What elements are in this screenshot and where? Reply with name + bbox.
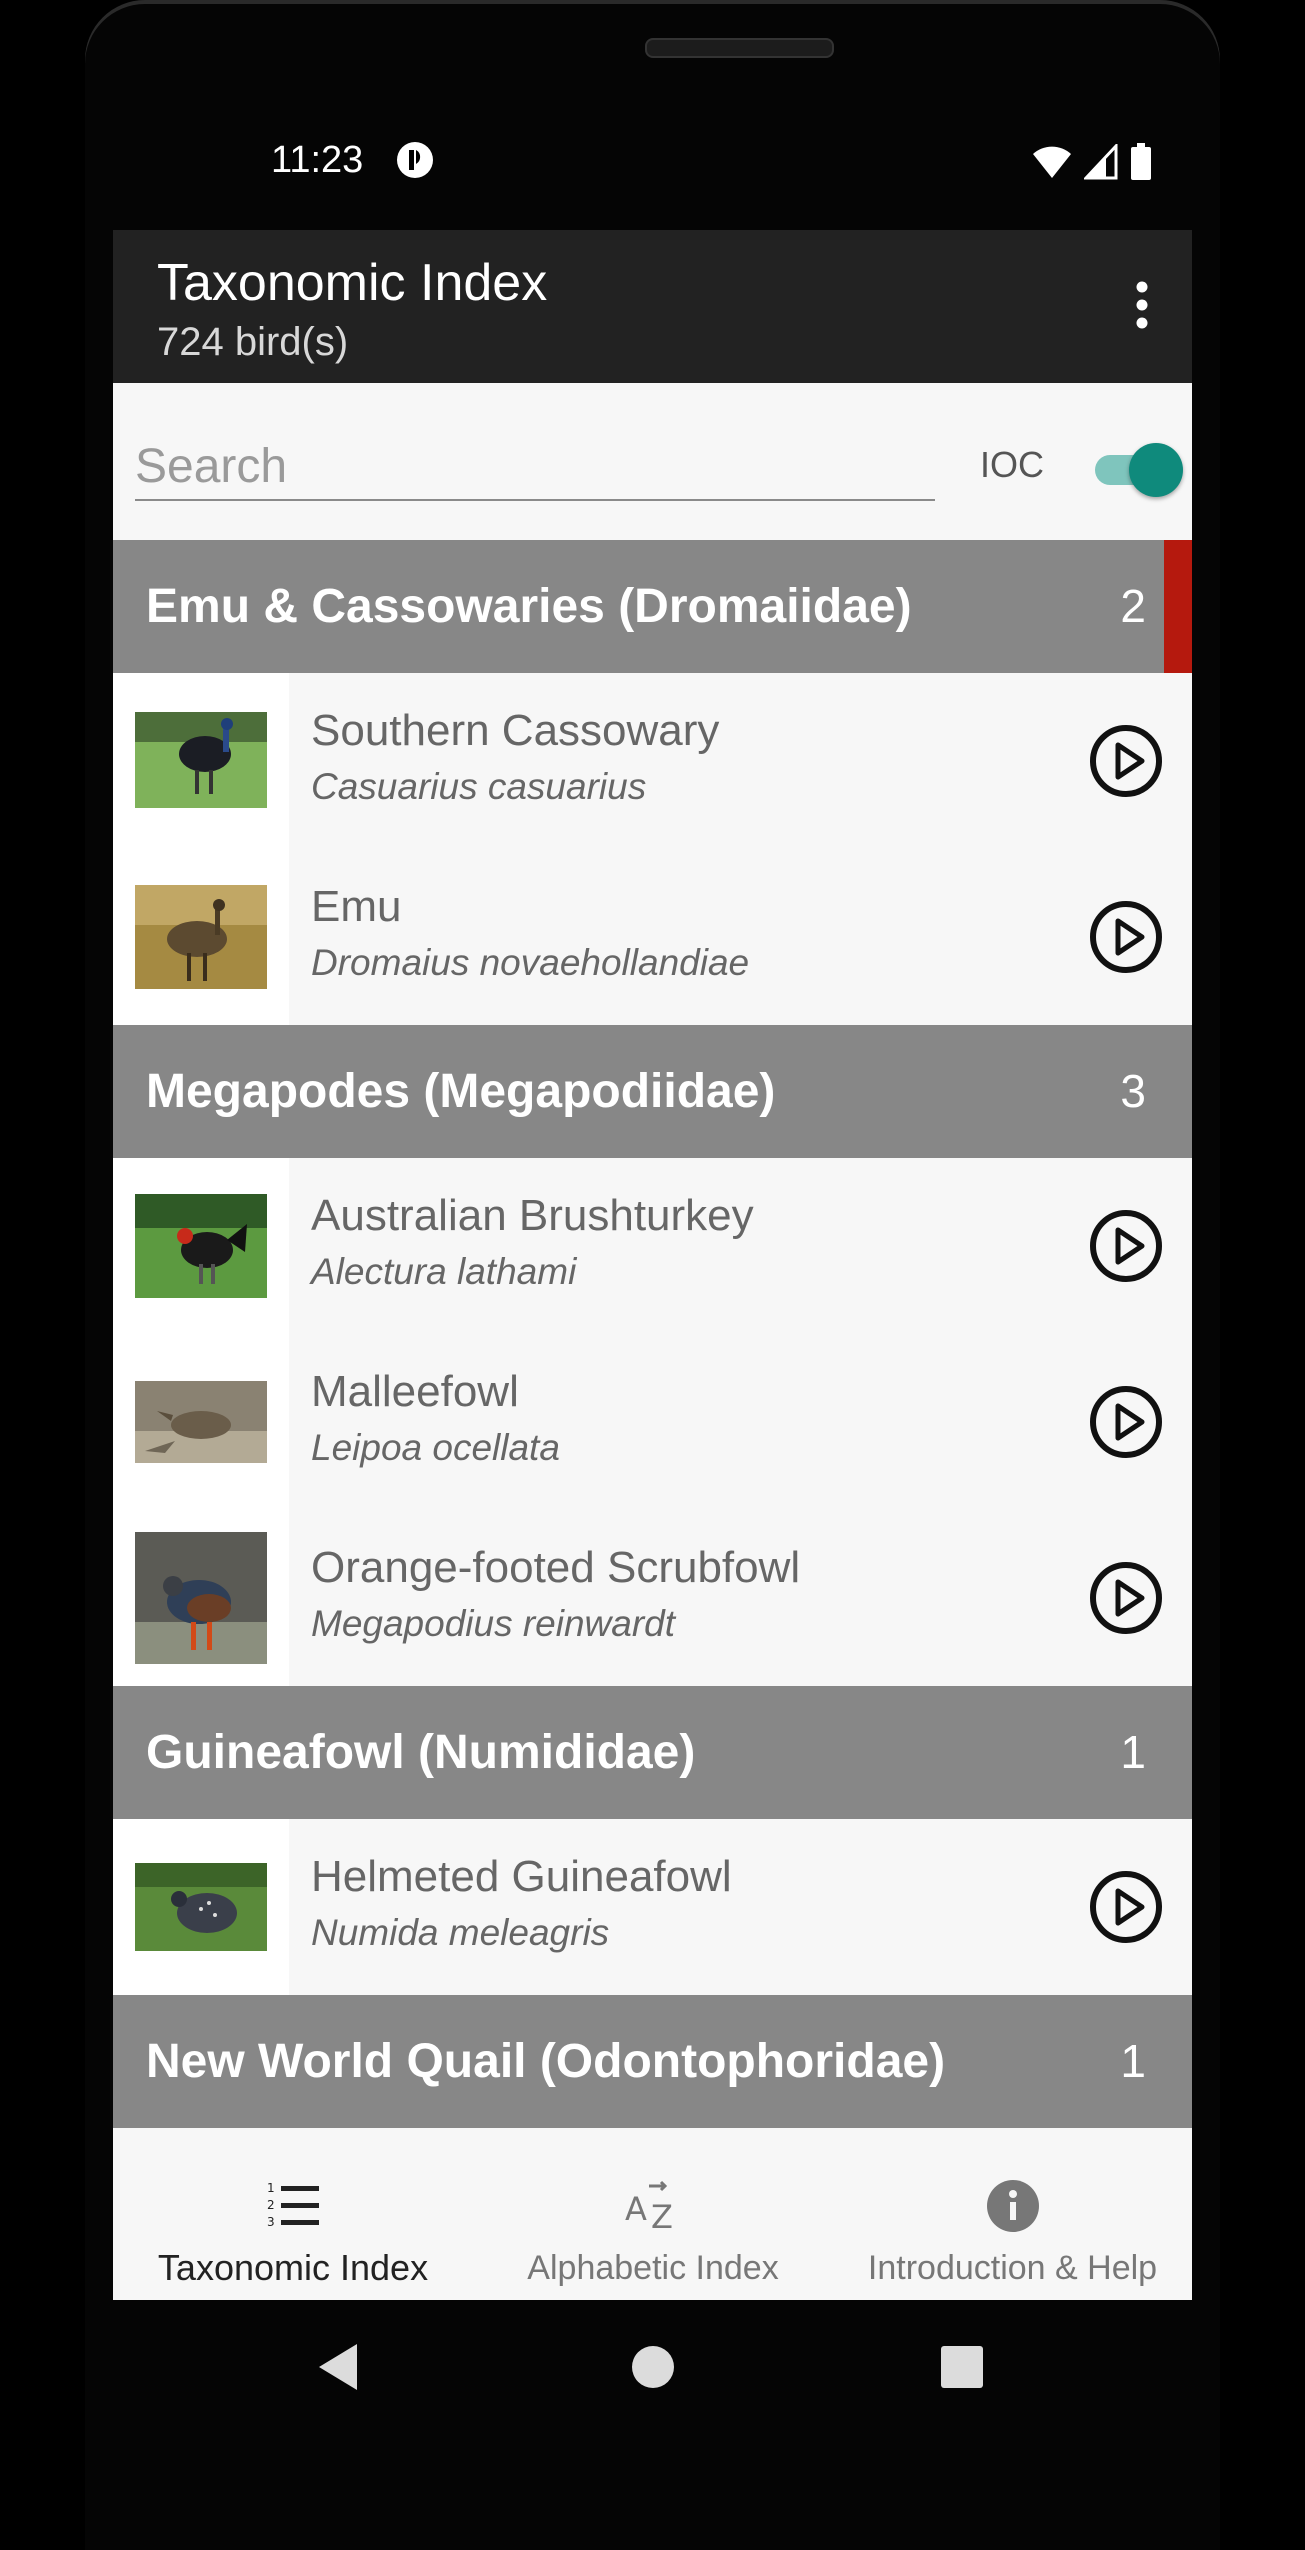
section-header[interactable]: New World Quail (Odontophoridae) 1 <box>113 1995 1192 2128</box>
svg-text:1: 1 <box>267 2181 275 2195</box>
bird-thumbnail <box>135 1532 267 1664</box>
svg-text:3: 3 <box>267 2215 275 2229</box>
play-sound-icon[interactable] <box>1088 1384 1164 1460</box>
section-header[interactable]: Megapodes (Megapodiidae) 3 <box>113 1025 1192 1158</box>
ioc-toggle[interactable] <box>1095 441 1185 497</box>
section-count: 1 <box>1120 2035 1146 2087</box>
search-row: IOC <box>113 383 1192 540</box>
section-count: 1 <box>1120 1726 1146 1778</box>
svg-text:Z: Z <box>651 2198 673 2234</box>
svg-text:2: 2 <box>267 2198 275 2212</box>
ioc-toggle-thumb <box>1129 443 1183 497</box>
play-sound-icon[interactable] <box>1088 899 1164 975</box>
section-title: Emu & Cassowaries (Dromaiidae) <box>146 580 912 633</box>
bird-scientific-name: Megapodius reinwardt <box>311 1603 676 1644</box>
status-time: 11:23 <box>271 139 364 181</box>
list-item[interactable]: Orange-footed Scrubfowl Megapodius reinw… <box>113 1510 1192 1686</box>
recents-icon[interactable] <box>941 2346 983 2388</box>
bird-scientific-name: Dromaius novaehollandiae <box>311 942 750 983</box>
bird-thumbnail <box>135 1863 267 1951</box>
list-item[interactable]: Southern Cassowary Casuarius casuarius <box>113 673 1192 849</box>
play-sound-icon[interactable] <box>1088 1560 1164 1636</box>
bird-thumbnail <box>135 1381 267 1463</box>
numbered-list-icon: 1 2 3 <box>267 2181 319 2229</box>
home-icon[interactable] <box>631 2345 675 2389</box>
svg-text:A: A <box>625 2190 647 2228</box>
bird-common-name: Malleefowl <box>311 1367 519 1416</box>
bottom-navigation: 1 2 3 Taxonomic Index A Z Alphabetic Ind… <box>113 2148 1192 2300</box>
section-title: New World Quail (Odontophoridae) <box>146 2035 946 2088</box>
section-count: 3 <box>1120 1065 1146 1117</box>
ioc-label: IOC <box>980 444 1045 485</box>
bird-thumbnail <box>135 885 267 989</box>
bird-common-name: Southern Cassowary <box>311 706 720 755</box>
nav-taxonomic-index[interactable]: 1 2 3 Taxonomic Index <box>113 2148 473 2300</box>
app-screen: Taxonomic Index 724 bird(s) IOC Emu & Ca… <box>113 230 1192 2300</box>
nav-label: Taxonomic Index <box>157 2247 429 2288</box>
nav-label: Alphabetic Index <box>527 2249 779 2287</box>
thumbnail-column <box>113 849 289 1025</box>
bird-count: 724 bird(s) <box>157 320 349 364</box>
list-item[interactable]: Emu Dromaius novaehollandiae <box>113 849 1192 1025</box>
thumbnail-column <box>113 1819 289 1995</box>
search-input[interactable] <box>135 433 935 501</box>
nav-label: Introduction & Help <box>867 2249 1158 2287</box>
thumbnail-column <box>113 673 289 849</box>
thumbnail-column <box>113 1510 289 1686</box>
app-notification-icon <box>397 142 433 178</box>
list-item[interactable]: Malleefowl Leipoa ocellata <box>113 1334 1192 1510</box>
bird-common-name: Orange-footed Scrubfowl <box>311 1543 801 1592</box>
bird-common-name: Emu <box>311 882 402 931</box>
info-icon <box>987 2180 1039 2232</box>
play-sound-icon[interactable] <box>1088 1208 1164 1284</box>
nav-introduction-help[interactable]: Introduction & Help <box>833 2148 1192 2300</box>
section-count: 2 <box>1120 580 1146 632</box>
play-sound-icon[interactable] <box>1088 1869 1164 1945</box>
bird-list: Emu & Cassowaries (Dromaiidae) 2 Souther… <box>113 540 1192 2128</box>
bird-scientific-name: Alectura lathami <box>311 1251 577 1292</box>
section-title: Guineafowl (Numididae) <box>146 1726 696 1779</box>
battery-icon <box>1131 143 1151 180</box>
nav-alphabetic-index[interactable]: A Z Alphabetic Index <box>473 2148 833 2300</box>
sort-az-icon: A Z <box>625 2180 673 2234</box>
earpiece-speaker <box>645 38 834 58</box>
bird-scientific-name: Numida meleagris <box>311 1912 610 1953</box>
more-options-icon[interactable] <box>1132 275 1152 335</box>
page-title: Taxonomic Index <box>157 254 548 312</box>
list-item[interactable]: Australian Brushturkey Alectura lathami <box>113 1158 1192 1334</box>
section-title: Megapodes (Megapodiidae) <box>146 1065 776 1118</box>
bird-thumbnail <box>135 1194 267 1298</box>
play-sound-icon[interactable] <box>1088 723 1164 799</box>
bird-common-name: Australian Brushturkey <box>311 1191 754 1240</box>
app-bar: Taxonomic Index 724 bird(s) <box>113 230 1192 383</box>
wifi-icon <box>1033 146 1071 178</box>
back-icon[interactable] <box>317 2342 363 2392</box>
status-bar: 11:23 <box>113 120 1192 230</box>
system-navigation-bar <box>113 2300 1192 2430</box>
section-header[interactable]: Emu & Cassowaries (Dromaiidae) 2 <box>113 540 1192 677</box>
fast-scroll-marker[interactable] <box>1164 540 1192 677</box>
thumbnail-column <box>113 1158 289 1334</box>
thumbnail-column <box>113 1334 289 1510</box>
bird-common-name: Helmeted Guineafowl <box>311 1852 732 1901</box>
bird-scientific-name: Casuarius casuarius <box>311 766 647 807</box>
cell-signal-icon <box>1084 144 1118 180</box>
section-header[interactable]: Guineafowl (Numididae) 1 <box>113 1686 1192 1819</box>
bird-scientific-name: Leipoa ocellata <box>311 1427 560 1468</box>
list-item[interactable]: Helmeted Guineafowl Numida meleagris <box>113 1819 1192 1995</box>
bird-thumbnail <box>135 712 267 808</box>
